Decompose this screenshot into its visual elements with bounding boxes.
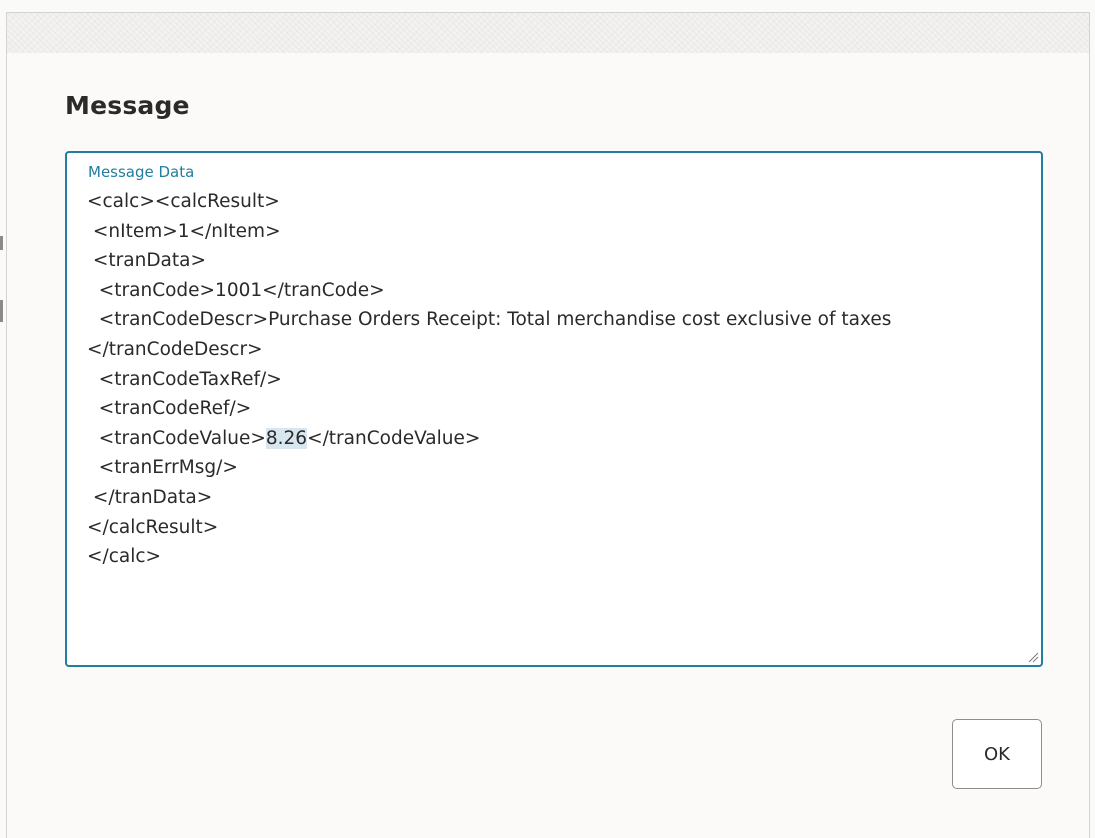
dialog-header-strip bbox=[7, 13, 1089, 53]
message-dialog: Message Message Data <calc><calcResult> … bbox=[6, 12, 1090, 838]
background-window-edge bbox=[0, 236, 3, 250]
message-data-text: <calc><calcResult> <nItem>1</nItem> <tra… bbox=[87, 191, 892, 449]
message-data-textarea[interactable]: Message Data <calc><calcResult> <nItem>1… bbox=[65, 151, 1043, 667]
background-window-edge bbox=[0, 300, 3, 322]
selected-text-highlight: 8.26 bbox=[265, 427, 308, 449]
message-data-value[interactable]: <calc><calcResult> <nItem>1</nItem> <tra… bbox=[87, 187, 1021, 572]
resize-grip-icon[interactable] bbox=[1027, 651, 1039, 663]
dialog-title: Message bbox=[65, 91, 190, 120]
ok-button[interactable]: OK bbox=[952, 719, 1042, 789]
message-data-label: Message Data bbox=[88, 163, 195, 181]
